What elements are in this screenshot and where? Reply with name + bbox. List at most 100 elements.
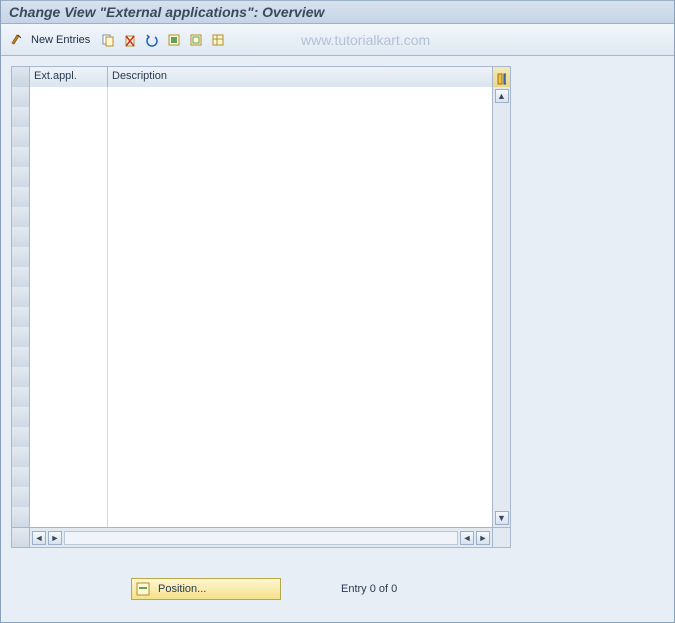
table-row — [12, 87, 492, 107]
row-selector[interactable] — [12, 207, 30, 227]
cell-ext-appl[interactable] — [30, 187, 108, 207]
cell-ext-appl[interactable] — [30, 427, 108, 447]
cell-ext-appl[interactable] — [30, 327, 108, 347]
row-selector[interactable] — [12, 127, 30, 147]
new-entries-button[interactable]: New Entries — [29, 34, 96, 46]
hscroll-track[interactable] — [64, 531, 458, 545]
row-selector[interactable] — [12, 87, 30, 107]
cell-ext-appl[interactable] — [30, 107, 108, 127]
cell-ext-appl[interactable] — [30, 207, 108, 227]
row-selector[interactable] — [12, 447, 30, 467]
cell-ext-appl[interactable] — [30, 307, 108, 327]
scroll-down-icon[interactable]: ▼ — [495, 511, 509, 525]
row-selector[interactable] — [12, 467, 30, 487]
row-selector[interactable] — [12, 387, 30, 407]
configure-columns-icon[interactable] — [492, 67, 510, 87]
table-row — [12, 427, 492, 447]
cell-description[interactable] — [108, 227, 492, 247]
cell-ext-appl[interactable] — [30, 467, 108, 487]
cell-ext-appl[interactable] — [30, 347, 108, 367]
cell-description[interactable] — [108, 167, 492, 187]
cell-ext-appl[interactable] — [30, 507, 108, 527]
toggle-change-icon[interactable] — [7, 30, 27, 50]
table-row — [12, 507, 492, 527]
scroll-right2-icon[interactable]: ► — [476, 531, 490, 545]
cell-ext-appl[interactable] — [30, 167, 108, 187]
select-all-icon[interactable] — [164, 30, 184, 50]
cell-description[interactable] — [108, 447, 492, 467]
row-selector[interactable] — [12, 427, 30, 447]
cell-description[interactable] — [108, 127, 492, 147]
vertical-scrollbar[interactable]: ▲ ▼ — [492, 87, 510, 527]
row-selector[interactable] — [12, 247, 30, 267]
cell-description[interactable] — [108, 427, 492, 447]
cell-description[interactable] — [108, 267, 492, 287]
table-row — [12, 187, 492, 207]
row-selector[interactable] — [12, 187, 30, 207]
table-settings-icon[interactable] — [208, 30, 228, 50]
row-selector[interactable] — [12, 167, 30, 187]
cell-description[interactable] — [108, 87, 492, 107]
cell-ext-appl[interactable] — [30, 247, 108, 267]
cell-ext-appl[interactable] — [30, 447, 108, 467]
horizontal-scrollbar[interactable]: ◄ ► ◄ ► — [12, 527, 510, 547]
scroll-right-icon[interactable]: ► — [48, 531, 62, 545]
table-row — [12, 167, 492, 187]
row-selector[interactable] — [12, 507, 30, 527]
col-description[interactable]: Description — [108, 67, 492, 87]
cell-description[interactable] — [108, 247, 492, 267]
undo-icon[interactable] — [142, 30, 162, 50]
table-row — [12, 487, 492, 507]
row-selector[interactable] — [12, 147, 30, 167]
cell-ext-appl[interactable] — [30, 127, 108, 147]
cell-description[interactable] — [108, 107, 492, 127]
table-row — [12, 367, 492, 387]
cell-description[interactable] — [108, 147, 492, 167]
delete-icon[interactable] — [120, 30, 140, 50]
deselect-all-icon[interactable] — [186, 30, 206, 50]
cell-description[interactable] — [108, 207, 492, 227]
row-selector[interactable] — [12, 107, 30, 127]
cell-description[interactable] — [108, 307, 492, 327]
col-ext-appl[interactable]: Ext.appl. — [30, 67, 108, 87]
table-row — [12, 347, 492, 367]
cell-description[interactable] — [108, 367, 492, 387]
cell-description[interactable] — [108, 347, 492, 367]
table-header: Ext.appl. Description — [12, 67, 510, 87]
row-selector[interactable] — [12, 307, 30, 327]
row-selector[interactable] — [12, 347, 30, 367]
cell-description[interactable] — [108, 487, 492, 507]
row-selector[interactable] — [12, 487, 30, 507]
scroll-up-icon[interactable]: ▲ — [495, 89, 509, 103]
row-selector[interactable] — [12, 267, 30, 287]
select-all-header[interactable] — [12, 67, 30, 87]
cell-description[interactable] — [108, 327, 492, 347]
row-selector[interactable] — [12, 407, 30, 427]
row-selector[interactable] — [12, 287, 30, 307]
toolbar: New Entries www.tutorialkart.com — [1, 24, 674, 56]
cell-ext-appl[interactable] — [30, 487, 108, 507]
cell-ext-appl[interactable] — [30, 87, 108, 107]
scroll-left2-icon[interactable]: ◄ — [460, 531, 474, 545]
scroll-left-icon[interactable]: ◄ — [32, 531, 46, 545]
row-selector[interactable] — [12, 367, 30, 387]
cell-ext-appl[interactable] — [30, 367, 108, 387]
cell-ext-appl[interactable] — [30, 147, 108, 167]
cell-description[interactable] — [108, 387, 492, 407]
cell-ext-appl[interactable] — [30, 387, 108, 407]
cell-description[interactable] — [108, 187, 492, 207]
cell-ext-appl[interactable] — [30, 227, 108, 247]
row-selector[interactable] — [12, 327, 30, 347]
position-button[interactable]: Position... — [131, 578, 281, 600]
copy-icon[interactable] — [98, 30, 118, 50]
row-selector[interactable] — [12, 227, 30, 247]
table-row — [12, 147, 492, 167]
cell-description[interactable] — [108, 407, 492, 427]
cell-ext-appl[interactable] — [30, 407, 108, 427]
cell-description[interactable] — [108, 467, 492, 487]
table-row — [12, 127, 492, 147]
cell-ext-appl[interactable] — [30, 287, 108, 307]
cell-ext-appl[interactable] — [30, 267, 108, 287]
cell-description[interactable] — [108, 287, 492, 307]
cell-description[interactable] — [108, 507, 492, 527]
